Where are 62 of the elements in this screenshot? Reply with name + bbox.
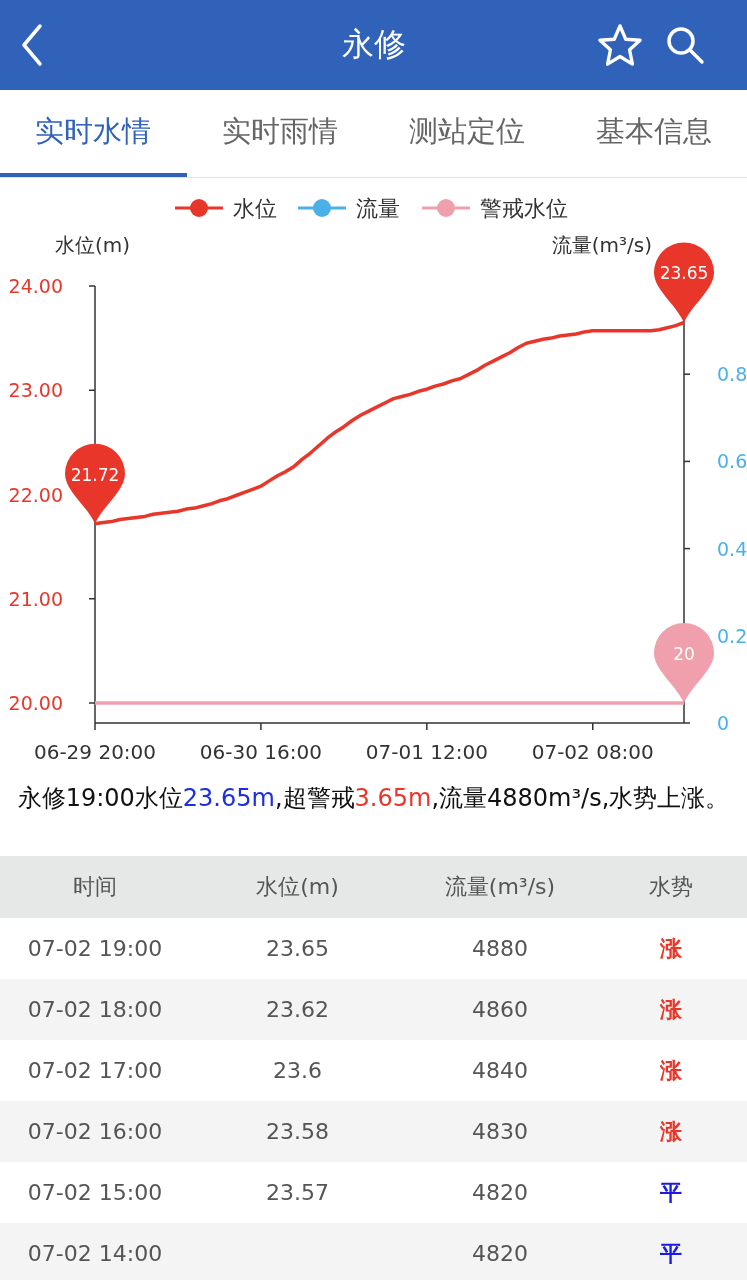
y-tick-label: 0.6: [717, 450, 747, 473]
column-header: 流量(m³/s): [444, 873, 556, 901]
table-cell-text: 涨: [660, 1056, 682, 1085]
table-cell: 07-02 16:00: [27, 1119, 163, 1144]
column-header: 水势: [649, 873, 693, 901]
search-icon[interactable]: [665, 25, 705, 65]
table-cell-text: 涨: [660, 995, 682, 1024]
table-cell: 4820: [472, 1180, 528, 1205]
marker-pin: 20: [654, 623, 714, 703]
marker-pin: 23.65: [654, 242, 714, 323]
axis-title: 水位(m): [55, 233, 131, 257]
x-tick-label: 07-01 12:00: [365, 740, 488, 764]
legend-label: 警戒水位: [480, 196, 568, 221]
y-tick-label: 22.00: [8, 483, 63, 506]
table-cell: 23.65: [266, 936, 329, 961]
legend-label: 水位: [233, 196, 277, 221]
column-header: 时间: [73, 873, 117, 901]
table-cell: 4830: [472, 1119, 528, 1144]
back-icon[interactable]: [20, 23, 44, 67]
table-cell: 07-02 14:00: [27, 1241, 163, 1266]
summary-text: 永修19:00水位23.65m,超警戒3.65m,流量4880m³/s,水势上涨。: [16, 783, 731, 814]
table-cell: 07-02 18:00: [27, 997, 163, 1022]
table-cell-text: 涨: [660, 1117, 682, 1146]
tab[interactable]: 实时雨情: [186, 90, 374, 177]
table-cell-text: 平: [660, 1178, 682, 1207]
table-cell: 07-02 19:00: [27, 936, 163, 961]
y-tick-label: 21.00: [8, 587, 63, 610]
table-cell: 23.58: [266, 1119, 329, 1144]
annotation: 21.72: [70, 464, 120, 485]
table-cell: 23.57: [266, 1180, 329, 1205]
axis-title: 流量(m³/s): [551, 233, 652, 257]
tab[interactable]: 测站定位: [373, 90, 561, 177]
y-tick-label: 0: [717, 712, 730, 734]
x-tick-label: 06-29 20:00: [33, 740, 157, 764]
table-cell: 4840: [472, 1058, 528, 1083]
y-tick-label: 0.4: [717, 537, 747, 560]
table-cell: 23.6: [273, 1058, 322, 1083]
table-cell: 4880: [472, 936, 528, 961]
column-header: 水位(m): [256, 873, 339, 901]
star-icon[interactable]: [597, 23, 643, 67]
table-cell: 07-02 15:00: [27, 1180, 163, 1205]
legend-label: 流量: [356, 196, 400, 221]
y-tick-label: 0.8: [717, 363, 747, 386]
tab[interactable]: 基本信息: [560, 90, 747, 177]
annotation: 20: [673, 644, 695, 664]
page-title: 永修: [340, 24, 407, 65]
y-tick-label: 24.00: [8, 275, 63, 297]
y-tick-label: 20.00: [8, 692, 63, 714]
table-cell: 4820: [472, 1241, 528, 1266]
x-tick-label: 06-30 16:00: [199, 740, 322, 764]
y-tick-label: 0.2: [717, 624, 747, 647]
table-cell-text: 平: [660, 1239, 682, 1268]
x-tick-label: 07-02 08:00: [531, 740, 654, 764]
tab[interactable]: 实时水情: [0, 90, 187, 177]
table-cell-text: 涨: [660, 934, 682, 963]
y-tick-label: 23.00: [8, 379, 63, 402]
table-cell: 23.62: [266, 997, 329, 1022]
annotation: 23.65: [659, 263, 709, 284]
table-cell: 4860: [472, 997, 528, 1022]
table-cell: 07-02 17:00: [27, 1058, 163, 1083]
marker-pin: 21.72: [65, 443, 125, 524]
legend-line-icon[interactable]: [175, 199, 223, 217]
